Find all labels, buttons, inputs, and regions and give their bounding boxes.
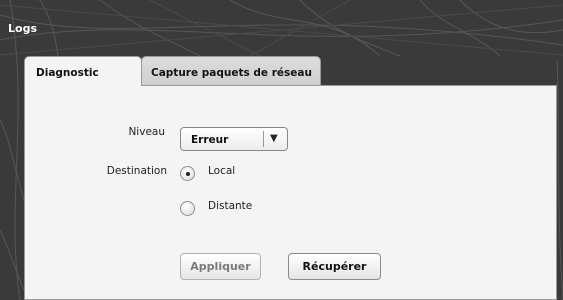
radio-selected-dot xyxy=(186,172,190,176)
level-selected-value: Erreur xyxy=(191,134,229,146)
level-label: Niveau xyxy=(128,126,165,138)
destination-option-local-label: Local xyxy=(208,165,236,177)
retrieve-button[interactable]: Récupérer xyxy=(288,253,381,280)
apply-button[interactable]: Appliquer xyxy=(180,253,261,280)
destination-radio-local[interactable] xyxy=(180,166,195,181)
logs-window: Logs Diagnostic Capture paquets de résea… xyxy=(0,0,563,300)
destination-label: Destination xyxy=(106,165,167,177)
diagnostic-panel: Niveau Erreur ▼ Destination Local Distan… xyxy=(24,85,557,300)
level-select[interactable]: Erreur ▼ xyxy=(180,127,288,151)
destination-radio-remote[interactable] xyxy=(180,201,195,216)
destination-option-remote-label: Distante xyxy=(208,200,253,212)
tab-network-capture[interactable]: Capture paquets de réseau xyxy=(141,56,321,86)
tab-container: Diagnostic Capture paquets de réseau Niv… xyxy=(24,56,557,300)
window-title: Logs xyxy=(8,22,37,35)
select-separator xyxy=(263,131,264,147)
chevron-down-icon: ▼ xyxy=(270,133,278,144)
tab-diagnostic[interactable]: Diagnostic xyxy=(24,56,142,86)
